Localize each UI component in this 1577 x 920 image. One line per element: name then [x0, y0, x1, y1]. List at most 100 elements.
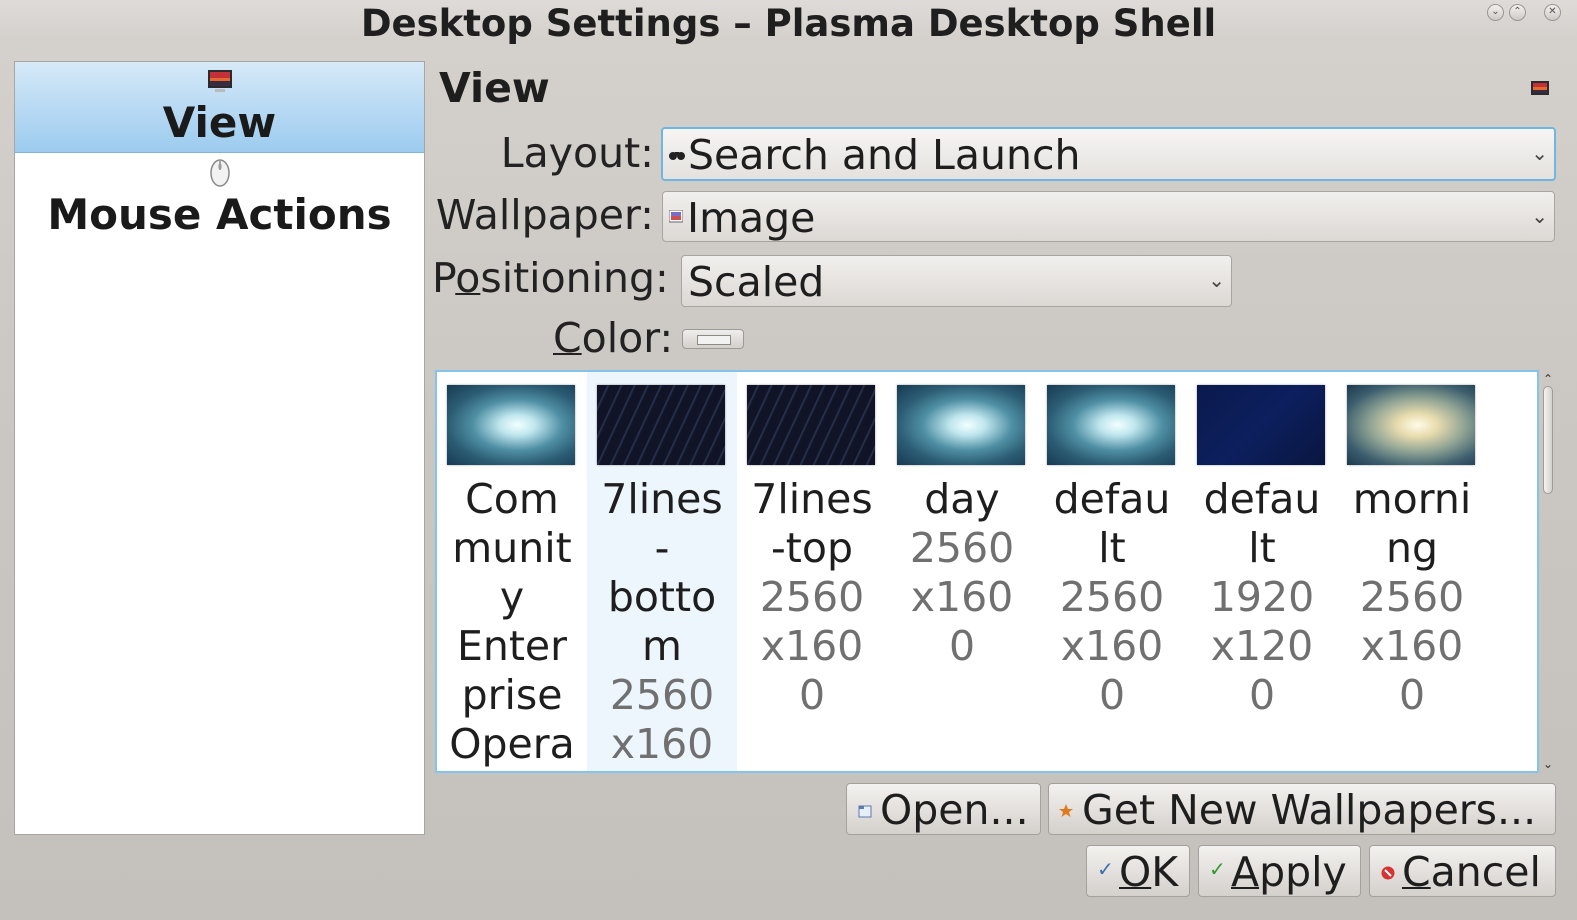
positioning-value: Scaled	[688, 258, 825, 306]
positioning-label: Positioning:	[432, 254, 669, 302]
wallpaper-resolution-line: x160	[1360, 622, 1464, 670]
sidebar-item-view[interactable]: View	[15, 62, 424, 153]
ok-button[interactable]: ✓ OK	[1086, 845, 1190, 897]
layout-label: Layout:	[500, 129, 654, 177]
wallpaper-name-line: defau	[1053, 475, 1171, 523]
wallpaper-item[interactable]: defau lt 1920 x120 0	[1187, 372, 1337, 771]
scrollbar-thumb[interactable]	[1543, 386, 1553, 494]
desktop-image-icon	[1531, 81, 1549, 95]
wallpaper-item[interactable]: defau lt 2560 x160 0	[1037, 372, 1187, 771]
wallpaper-caption: defau lt 2560 x160 0	[1037, 475, 1187, 720]
close-icon[interactable]: ✕	[1544, 4, 1561, 21]
cancel-label: Cancel	[1402, 848, 1541, 896]
layout-value: Search and Launch	[688, 131, 1081, 179]
wallpaper-resolution-line: x160	[610, 720, 714, 768]
positioning-select[interactable]: Scaled ⌄	[681, 255, 1232, 307]
wallpaper-name-line: botto	[607, 573, 717, 621]
wallpaper-resolution-line: x160	[760, 622, 864, 670]
wallpaper-name-line: Opera	[449, 720, 575, 768]
open-label: Open...	[880, 786, 1029, 834]
cancel-icon	[1381, 866, 1395, 880]
wallpaper-value: Image	[687, 194, 816, 242]
wallpaper-thumbnail	[1197, 385, 1325, 465]
desktop-image-icon	[208, 70, 232, 92]
mouse-icon	[210, 159, 230, 187]
wallpaper-resolution-line: 0	[798, 671, 826, 719]
wallpaper-item[interactable]: 7lines - botto m 2560 x160	[587, 372, 737, 771]
binoculars-icon	[669, 152, 685, 160]
wallpaper-name-line: 7lines	[601, 475, 723, 523]
wallpaper-resolution-line: 2560	[609, 671, 715, 719]
scroll-up-icon[interactable]: ⌃	[1542, 372, 1554, 386]
get-new-label: Get New Wallpapers...	[1082, 786, 1537, 834]
wallpaper-caption: defau lt 1920 x120 0	[1187, 475, 1337, 720]
wallpaper-thumbnail	[747, 385, 875, 465]
chevron-down-icon: ⌄	[1208, 268, 1225, 292]
wallpaper-resolution-line: x160	[1060, 622, 1164, 670]
wallpaper-resolution-line: 1920	[1209, 573, 1315, 621]
wallpaper-list[interactable]: Com munit y Enter prise Opera 7lines - botto m 256…	[435, 370, 1539, 773]
wallpaper-name-line: munit	[452, 524, 572, 572]
open-button[interactable]: Open...	[846, 783, 1041, 835]
page-title: View	[439, 64, 550, 112]
wallpaper-name-line: defau	[1203, 475, 1321, 523]
wallpaper-name-line: morni	[1352, 475, 1472, 523]
wallpaper-resolution-line: 2560	[759, 573, 865, 621]
document-open-icon	[858, 805, 872, 818]
color-swatch	[697, 335, 731, 345]
chevron-down-icon: ⌄	[1531, 204, 1548, 228]
chevron-down-icon: ⌄	[1531, 141, 1548, 165]
sidebar-item-mouse-actions[interactable]: Mouse Actions	[15, 154, 424, 244]
apply-button[interactable]: ✓ Apply	[1198, 845, 1361, 897]
wallpaper-item[interactable]: Com munit y Enter prise Opera	[437, 372, 587, 771]
wallpaper-resolution-line: 2560	[1359, 573, 1465, 621]
wallpaper-resolution-line: 2560	[909, 524, 1015, 572]
wallpaper-name-line: lt	[1098, 524, 1126, 572]
window-title: Desktop Settings – Plasma Desktop Shell	[360, 2, 1217, 45]
wallpaper-item[interactable]: 7lines -top 2560 x160 0	[737, 372, 887, 771]
wallpaper-item[interactable]: morni ng 2560 x160 0	[1337, 372, 1487, 771]
settings-sidebar: View Mouse Actions	[14, 61, 425, 835]
wallpaper-name-line: 7lines	[751, 475, 873, 523]
minimize-icon[interactable]: ⌄	[1487, 4, 1504, 21]
wallpaper-name-line: y	[499, 573, 525, 621]
wallpaper-name-line: prise	[461, 671, 563, 719]
cancel-button[interactable]: Cancel	[1369, 845, 1556, 897]
title-bar: Desktop Settings – Plasma Desktop Shell …	[0, 0, 1577, 48]
wallpaper-name-line: Enter	[456, 622, 568, 670]
wallpaper-caption: 7lines - botto m 2560 x160	[587, 475, 737, 769]
wallpaper-label: Wallpaper:	[435, 191, 654, 239]
wallpaper-thumbnail	[1347, 385, 1475, 465]
layout-select[interactable]: Search and Launch ⌄	[661, 127, 1556, 181]
wallpaper-select[interactable]: Image ⌄	[662, 191, 1555, 242]
wallpaper-thumbnail	[447, 385, 575, 465]
wallpaper-name-line: -	[654, 524, 670, 572]
wallpaper-thumbnail	[597, 385, 725, 465]
wallpaper-item[interactable]: day 2560 x160 0	[887, 372, 1037, 771]
wallpaper-name-line: day	[924, 475, 1000, 523]
wallpaper-resolution-line: x160	[910, 573, 1014, 621]
sidebar-item-label: View	[162, 98, 277, 147]
wallpaper-caption: day 2560 x160 0	[887, 475, 1037, 671]
wallpaper-name-line: m	[642, 622, 682, 670]
ok-label: OK	[1119, 848, 1179, 896]
wallpaper-name-line: ng	[1385, 524, 1438, 572]
color-label: Color:	[553, 314, 674, 362]
sidebar-item-label: Mouse Actions	[47, 190, 392, 239]
image-icon	[669, 210, 683, 223]
wallpaper-caption: 7lines -top 2560 x160 0	[737, 475, 887, 720]
apply-label: Apply	[1231, 848, 1347, 896]
get-new-wallpapers-button[interactable]: Get New Wallpapers...	[1048, 783, 1556, 835]
wallpaper-resolution-line: 0	[1098, 671, 1126, 719]
check-icon: ✓	[1097, 857, 1114, 881]
color-button[interactable]	[682, 329, 744, 349]
wallpaper-thumbnail	[1047, 385, 1175, 465]
wallpaper-resolution-line: 0	[948, 622, 976, 670]
wallpaper-thumbnail	[897, 385, 1025, 465]
wallpaper-resolution-line: 0	[1248, 671, 1276, 719]
wallpaper-caption: morni ng 2560 x160 0	[1337, 475, 1487, 720]
star-icon	[1059, 804, 1073, 817]
wallpaper-name-line: lt	[1248, 524, 1276, 572]
scroll-down-icon[interactable]: ⌄	[1542, 757, 1554, 771]
maximize-icon[interactable]: ⌃	[1509, 4, 1526, 21]
